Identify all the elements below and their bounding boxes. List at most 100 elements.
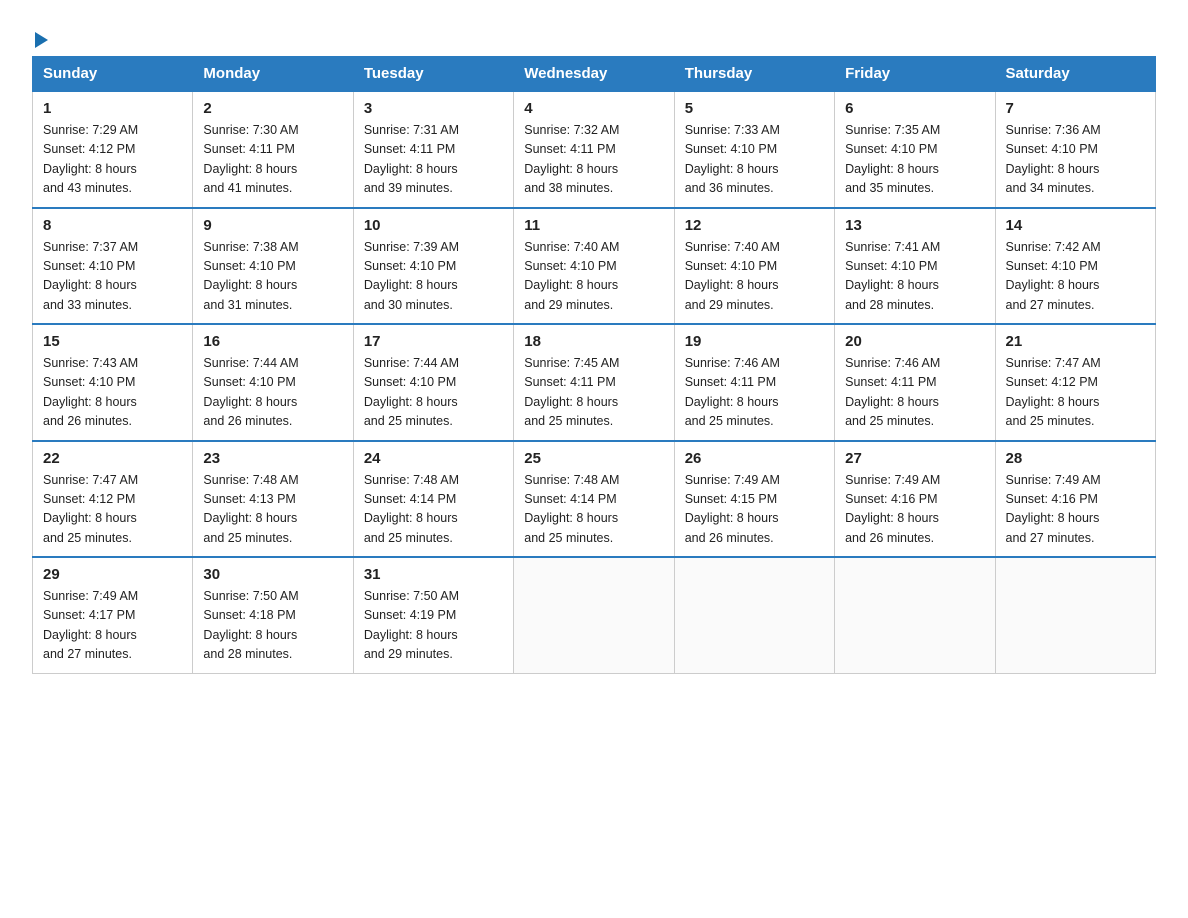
col-tuesday: Tuesday bbox=[353, 57, 513, 92]
day-number: 3 bbox=[364, 100, 503, 117]
calendar-cell: 10 Sunrise: 7:39 AMSunset: 4:10 PMDaylig… bbox=[353, 208, 513, 325]
day-number: 29 bbox=[43, 566, 182, 583]
day-info: Sunrise: 7:38 AMSunset: 4:10 PMDaylight:… bbox=[203, 240, 298, 312]
day-number: 11 bbox=[524, 217, 663, 234]
col-wednesday: Wednesday bbox=[514, 57, 674, 92]
day-number: 6 bbox=[845, 100, 984, 117]
calendar-cell: 31 Sunrise: 7:50 AMSunset: 4:19 PMDaylig… bbox=[353, 557, 513, 673]
calendar-cell: 9 Sunrise: 7:38 AMSunset: 4:10 PMDayligh… bbox=[193, 208, 353, 325]
calendar-cell: 22 Sunrise: 7:47 AMSunset: 4:12 PMDaylig… bbox=[33, 441, 193, 558]
calendar-cell: 24 Sunrise: 7:48 AMSunset: 4:14 PMDaylig… bbox=[353, 441, 513, 558]
calendar-cell bbox=[835, 557, 995, 673]
logo bbox=[32, 30, 48, 48]
calendar-cell: 23 Sunrise: 7:48 AMSunset: 4:13 PMDaylig… bbox=[193, 441, 353, 558]
calendar-cell bbox=[995, 557, 1155, 673]
col-thursday: Thursday bbox=[674, 57, 834, 92]
day-number: 24 bbox=[364, 450, 503, 467]
calendar-week-row: 22 Sunrise: 7:47 AMSunset: 4:12 PMDaylig… bbox=[33, 441, 1156, 558]
day-number: 7 bbox=[1006, 100, 1145, 117]
day-info: Sunrise: 7:29 AMSunset: 4:12 PMDaylight:… bbox=[43, 123, 138, 195]
calendar-cell: 6 Sunrise: 7:35 AMSunset: 4:10 PMDayligh… bbox=[835, 91, 995, 208]
day-info: Sunrise: 7:35 AMSunset: 4:10 PMDaylight:… bbox=[845, 123, 940, 195]
day-info: Sunrise: 7:48 AMSunset: 4:14 PMDaylight:… bbox=[524, 473, 619, 545]
calendar-cell: 30 Sunrise: 7:50 AMSunset: 4:18 PMDaylig… bbox=[193, 557, 353, 673]
day-number: 30 bbox=[203, 566, 342, 583]
day-number: 20 bbox=[845, 333, 984, 350]
col-monday: Monday bbox=[193, 57, 353, 92]
calendar-header-row: Sunday Monday Tuesday Wednesday Thursday… bbox=[33, 57, 1156, 92]
calendar-week-row: 8 Sunrise: 7:37 AMSunset: 4:10 PMDayligh… bbox=[33, 208, 1156, 325]
page-header bbox=[32, 24, 1156, 48]
day-info: Sunrise: 7:49 AMSunset: 4:16 PMDaylight:… bbox=[845, 473, 940, 545]
day-number: 1 bbox=[43, 100, 182, 117]
calendar-cell: 17 Sunrise: 7:44 AMSunset: 4:10 PMDaylig… bbox=[353, 324, 513, 441]
day-number: 16 bbox=[203, 333, 342, 350]
col-friday: Friday bbox=[835, 57, 995, 92]
calendar-cell: 3 Sunrise: 7:31 AMSunset: 4:11 PMDayligh… bbox=[353, 91, 513, 208]
day-info: Sunrise: 7:42 AMSunset: 4:10 PMDaylight:… bbox=[1006, 240, 1101, 312]
calendar-cell bbox=[514, 557, 674, 673]
day-number: 12 bbox=[685, 217, 824, 234]
calendar-cell: 11 Sunrise: 7:40 AMSunset: 4:10 PMDaylig… bbox=[514, 208, 674, 325]
day-number: 5 bbox=[685, 100, 824, 117]
calendar-week-row: 15 Sunrise: 7:43 AMSunset: 4:10 PMDaylig… bbox=[33, 324, 1156, 441]
day-number: 8 bbox=[43, 217, 182, 234]
calendar-cell: 16 Sunrise: 7:44 AMSunset: 4:10 PMDaylig… bbox=[193, 324, 353, 441]
day-number: 9 bbox=[203, 217, 342, 234]
day-info: Sunrise: 7:30 AMSunset: 4:11 PMDaylight:… bbox=[203, 123, 298, 195]
calendar-cell: 4 Sunrise: 7:32 AMSunset: 4:11 PMDayligh… bbox=[514, 91, 674, 208]
day-info: Sunrise: 7:40 AMSunset: 4:10 PMDaylight:… bbox=[685, 240, 780, 312]
logo-arrow-icon bbox=[35, 32, 48, 48]
day-number: 26 bbox=[685, 450, 824, 467]
calendar-cell: 18 Sunrise: 7:45 AMSunset: 4:11 PMDaylig… bbox=[514, 324, 674, 441]
day-number: 13 bbox=[845, 217, 984, 234]
day-number: 22 bbox=[43, 450, 182, 467]
calendar-cell: 5 Sunrise: 7:33 AMSunset: 4:10 PMDayligh… bbox=[674, 91, 834, 208]
calendar-cell: 29 Sunrise: 7:49 AMSunset: 4:17 PMDaylig… bbox=[33, 557, 193, 673]
day-number: 23 bbox=[203, 450, 342, 467]
day-number: 17 bbox=[364, 333, 503, 350]
day-info: Sunrise: 7:49 AMSunset: 4:15 PMDaylight:… bbox=[685, 473, 780, 545]
day-info: Sunrise: 7:47 AMSunset: 4:12 PMDaylight:… bbox=[1006, 356, 1101, 428]
day-info: Sunrise: 7:49 AMSunset: 4:16 PMDaylight:… bbox=[1006, 473, 1101, 545]
day-info: Sunrise: 7:37 AMSunset: 4:10 PMDaylight:… bbox=[43, 240, 138, 312]
day-info: Sunrise: 7:48 AMSunset: 4:14 PMDaylight:… bbox=[364, 473, 459, 545]
day-info: Sunrise: 7:46 AMSunset: 4:11 PMDaylight:… bbox=[845, 356, 940, 428]
day-info: Sunrise: 7:31 AMSunset: 4:11 PMDaylight:… bbox=[364, 123, 459, 195]
day-number: 19 bbox=[685, 333, 824, 350]
calendar-week-row: 1 Sunrise: 7:29 AMSunset: 4:12 PMDayligh… bbox=[33, 91, 1156, 208]
calendar-table: Sunday Monday Tuesday Wednesday Thursday… bbox=[32, 56, 1156, 674]
calendar-cell: 25 Sunrise: 7:48 AMSunset: 4:14 PMDaylig… bbox=[514, 441, 674, 558]
calendar-cell: 13 Sunrise: 7:41 AMSunset: 4:10 PMDaylig… bbox=[835, 208, 995, 325]
calendar-cell: 8 Sunrise: 7:37 AMSunset: 4:10 PMDayligh… bbox=[33, 208, 193, 325]
day-number: 10 bbox=[364, 217, 503, 234]
day-info: Sunrise: 7:36 AMSunset: 4:10 PMDaylight:… bbox=[1006, 123, 1101, 195]
calendar-cell: 27 Sunrise: 7:49 AMSunset: 4:16 PMDaylig… bbox=[835, 441, 995, 558]
day-info: Sunrise: 7:39 AMSunset: 4:10 PMDaylight:… bbox=[364, 240, 459, 312]
calendar-cell: 28 Sunrise: 7:49 AMSunset: 4:16 PMDaylig… bbox=[995, 441, 1155, 558]
calendar-cell: 26 Sunrise: 7:49 AMSunset: 4:15 PMDaylig… bbox=[674, 441, 834, 558]
day-number: 14 bbox=[1006, 217, 1145, 234]
calendar-cell: 14 Sunrise: 7:42 AMSunset: 4:10 PMDaylig… bbox=[995, 208, 1155, 325]
calendar-cell: 15 Sunrise: 7:43 AMSunset: 4:10 PMDaylig… bbox=[33, 324, 193, 441]
calendar-body: 1 Sunrise: 7:29 AMSunset: 4:12 PMDayligh… bbox=[33, 91, 1156, 673]
col-saturday: Saturday bbox=[995, 57, 1155, 92]
day-number: 18 bbox=[524, 333, 663, 350]
calendar-cell bbox=[674, 557, 834, 673]
day-info: Sunrise: 7:41 AMSunset: 4:10 PMDaylight:… bbox=[845, 240, 940, 312]
day-info: Sunrise: 7:47 AMSunset: 4:12 PMDaylight:… bbox=[43, 473, 138, 545]
day-info: Sunrise: 7:32 AMSunset: 4:11 PMDaylight:… bbox=[524, 123, 619, 195]
day-number: 28 bbox=[1006, 450, 1145, 467]
day-info: Sunrise: 7:50 AMSunset: 4:18 PMDaylight:… bbox=[203, 589, 298, 661]
day-number: 15 bbox=[43, 333, 182, 350]
day-info: Sunrise: 7:44 AMSunset: 4:10 PMDaylight:… bbox=[203, 356, 298, 428]
calendar-cell: 21 Sunrise: 7:47 AMSunset: 4:12 PMDaylig… bbox=[995, 324, 1155, 441]
day-info: Sunrise: 7:48 AMSunset: 4:13 PMDaylight:… bbox=[203, 473, 298, 545]
day-number: 27 bbox=[845, 450, 984, 467]
calendar-cell: 12 Sunrise: 7:40 AMSunset: 4:10 PMDaylig… bbox=[674, 208, 834, 325]
day-info: Sunrise: 7:50 AMSunset: 4:19 PMDaylight:… bbox=[364, 589, 459, 661]
day-number: 2 bbox=[203, 100, 342, 117]
day-number: 4 bbox=[524, 100, 663, 117]
day-info: Sunrise: 7:49 AMSunset: 4:17 PMDaylight:… bbox=[43, 589, 138, 661]
calendar-cell: 7 Sunrise: 7:36 AMSunset: 4:10 PMDayligh… bbox=[995, 91, 1155, 208]
